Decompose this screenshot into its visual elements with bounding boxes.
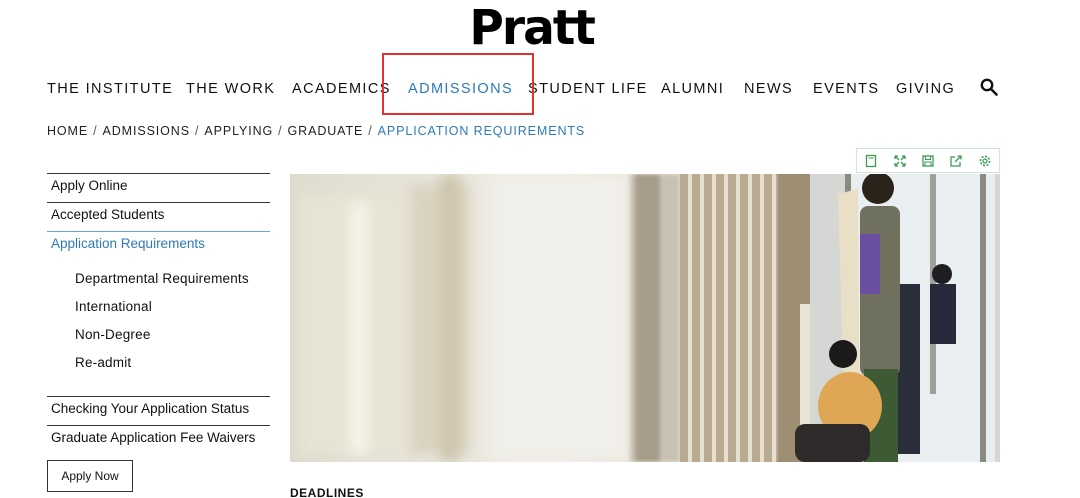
breadcrumb-applying[interactable]: APPLYING — [204, 124, 273, 138]
nav-item-academics[interactable]: ACADEMICS — [292, 80, 391, 98]
main-nav: THE INSTITUTE THE WORK ACADEMICS ADMISSI… — [0, 80, 1080, 98]
sidebar-subitem-international[interactable]: International — [75, 298, 152, 316]
breadcrumb-separator: / — [278, 124, 283, 138]
pratt-logo[interactable]: Pratt — [469, 4, 600, 52]
deadlines-heading: DEADLINES — [290, 486, 364, 498]
sidebar-subitem-re-admit[interactable]: Re-admit — [75, 354, 131, 372]
nav-item-giving[interactable]: GIVING — [896, 80, 955, 98]
sidebar-item-apply-online[interactable]: Apply Online — [47, 173, 270, 199]
nav-item-the-institute[interactable]: THE INSTITUTE — [47, 80, 173, 98]
sidebar-subitem-non-degree[interactable]: Non-Degree — [75, 326, 151, 344]
nav-item-alumni[interactable]: ALUMNI — [661, 80, 724, 98]
breadcrumb-graduate[interactable]: GRADUATE — [288, 124, 364, 138]
breadcrumb: HOME / ADMISSIONS / APPLYING / GRADUATE / APPLIC… — [47, 123, 585, 139]
breadcrumb-home[interactable]: HOME — [47, 124, 88, 138]
sidebar-item-accepted-students[interactable]: Accepted Students — [47, 202, 270, 228]
image-toolbar — [856, 148, 1000, 173]
breadcrumb-admissions[interactable]: ADMISSIONS — [102, 124, 190, 138]
sidebar-subitem-departmental-requirements[interactable]: Departmental Requirements — [75, 270, 249, 288]
nav-item-student-life[interactable]: STUDENT LIFE — [528, 80, 648, 98]
nav-item-events[interactable]: EVENTS — [813, 80, 879, 98]
breadcrumb-separator: / — [194, 124, 200, 138]
expand-icon[interactable] — [885, 149, 913, 172]
search-icon[interactable] — [980, 78, 998, 96]
breadcrumb-separator: / — [93, 124, 98, 138]
apply-now-button[interactable]: Apply Now — [47, 460, 133, 492]
nav-item-news[interactable]: NEWS — [744, 80, 793, 98]
save-icon[interactable] — [914, 149, 942, 172]
share-icon[interactable] — [942, 149, 970, 172]
settings-icon[interactable] — [971, 149, 999, 172]
nav-item-the-work[interactable]: THE WORK — [186, 80, 275, 98]
breadcrumb-current: APPLICATION REQUIREMENTS — [377, 124, 586, 138]
sidebar-item-checking-application-status[interactable]: Checking Your Application Status — [47, 396, 270, 422]
sidebar-item-fee-waivers[interactable]: Graduate Application Fee Waivers — [47, 425, 270, 451]
hero-image — [290, 174, 1000, 462]
page-icon[interactable] — [857, 149, 885, 172]
breadcrumb-separator: / — [368, 124, 373, 138]
sidebar-item-application-requirements[interactable]: Application Requirements — [47, 231, 270, 257]
admissions-highlight-box — [382, 53, 534, 115]
